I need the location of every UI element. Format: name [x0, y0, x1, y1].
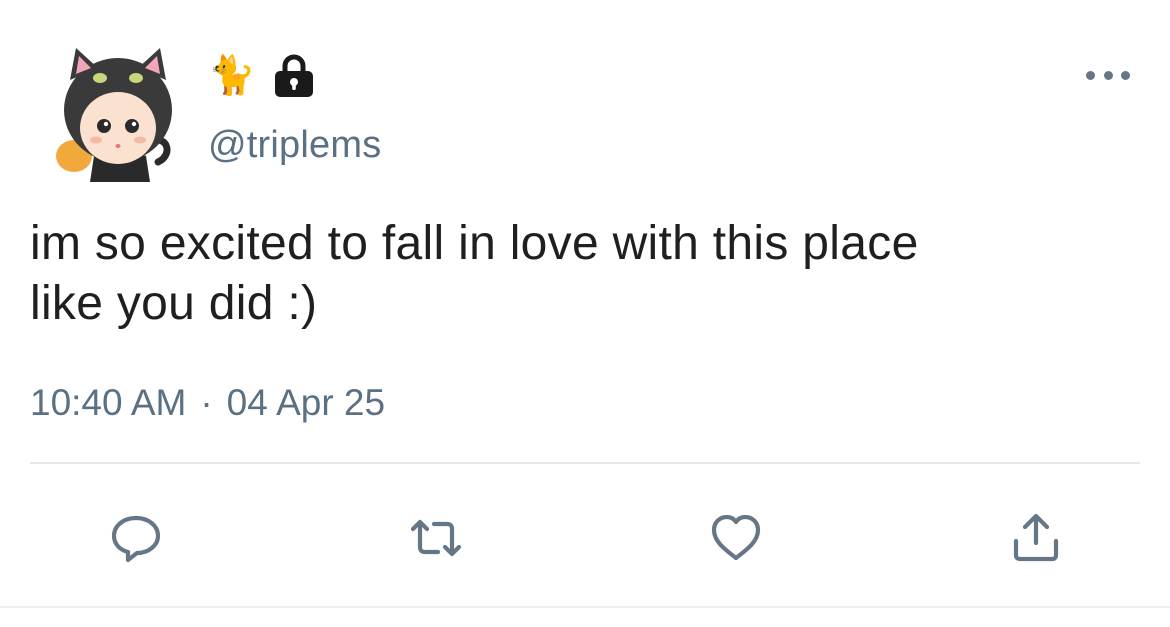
heart-icon	[711, 514, 761, 561]
action-bar	[0, 508, 1170, 568]
avatar[interactable]	[54, 44, 184, 182]
share-button[interactable]	[1006, 508, 1066, 568]
timestamp-separator: ·	[200, 382, 213, 423]
display-name[interactable]: 🐈	[208, 50, 315, 100]
user-handle[interactable]: @triplems	[208, 124, 381, 167]
tweet-date: 04 Apr 25	[226, 382, 386, 423]
share-icon	[1013, 513, 1059, 562]
like-button[interactable]	[706, 508, 766, 568]
more-options-icon[interactable]	[1086, 64, 1130, 86]
tweet-time: 10:40 AM	[30, 382, 187, 423]
retweet-button[interactable]	[406, 508, 466, 568]
tweet-timestamp[interactable]: 10:40 AM · 04 Apr 25	[30, 382, 385, 424]
reply-button[interactable]	[106, 508, 166, 568]
cat-emoji: 🐈	[208, 53, 256, 97]
tweet-card: 🐈 @triplems im so excited to fall in lov…	[0, 0, 1170, 627]
bottom-border	[0, 606, 1170, 608]
comment-bubble-icon	[111, 515, 161, 563]
retweet-icon	[410, 519, 462, 557]
divider	[30, 462, 1140, 464]
tweet-text: im so excited to fall in love with this …	[30, 217, 919, 330]
lock-icon	[273, 53, 315, 97]
